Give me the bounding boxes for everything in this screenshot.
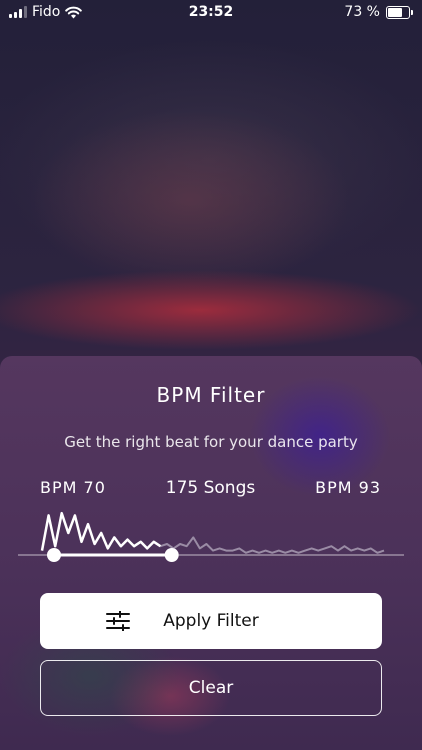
battery-icon [386, 5, 413, 19]
status-bar: Fido 23:52 73 % [0, 0, 422, 24]
sheet-title: BPM Filter [156, 383, 266, 407]
apply-filter-label: Apply Filter [163, 611, 259, 631]
slider-max-handle[interactable] [164, 548, 179, 562]
apply-filter-button[interactable]: Apply Filter [40, 593, 382, 649]
clear-button[interactable]: Clear [40, 660, 382, 716]
bpm-range-row: BPM 70 175 Songs BPM 93 [40, 478, 381, 500]
histogram-line-unselected [41, 512, 385, 554]
sheet-subtitle: Get the right beat for your dance party [64, 433, 358, 451]
sliders-icon [106, 611, 130, 631]
bpm-filter-sheet: BPM Filter Get the right beat for your d… [0, 356, 422, 750]
battery-percent: 73 % [344, 4, 380, 20]
clear-label: Clear [188, 678, 234, 698]
battery-fill [388, 7, 402, 17]
slider-min-handle[interactable] [47, 548, 61, 562]
bpm-histogram-slider[interactable] [0, 501, 422, 571]
histogram-line-selected [40, 511, 162, 551]
status-right: 73 % [344, 4, 413, 20]
bpm-max-label: BPM 93 [315, 478, 381, 497]
